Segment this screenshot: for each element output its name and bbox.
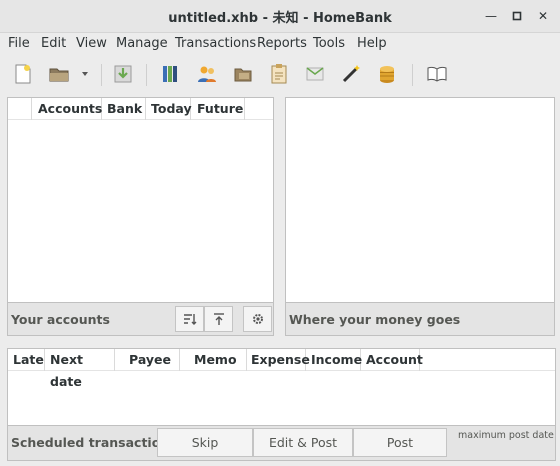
menu-manage[interactable]: Manage bbox=[116, 36, 168, 51]
accounts-icon[interactable] bbox=[158, 61, 184, 87]
scheduled-col-payee[interactable]: Payee bbox=[115, 349, 180, 371]
spending-footer: Where your money goes bbox=[285, 303, 555, 336]
toolbar-separator bbox=[146, 64, 147, 86]
window-title: untitled.xhb - 未知 - HomeBank bbox=[168, 11, 392, 26]
spending-chart-area bbox=[285, 97, 555, 303]
open-folder-icon[interactable] bbox=[46, 61, 72, 87]
accounts-footer: Your accounts bbox=[7, 303, 274, 336]
scheduled-footer: Scheduled transactions Skip Edit & Post … bbox=[7, 426, 556, 461]
scheduled-col-expense[interactable]: Expense bbox=[247, 349, 310, 371]
scheduled-col-late[interactable]: Late bbox=[8, 349, 45, 371]
accounts-header-row: Accounts Bank Today Future bbox=[8, 98, 273, 120]
manual-book-icon[interactable] bbox=[424, 61, 450, 87]
accounts-col-future[interactable]: Future bbox=[191, 98, 245, 120]
scheduled-col-account[interactable]: Account bbox=[361, 349, 423, 371]
menu-edit[interactable]: Edit bbox=[41, 36, 66, 51]
scheduled-col-next-date[interactable]: Next date bbox=[45, 349, 115, 389]
menu-view[interactable]: View bbox=[76, 36, 107, 51]
save-icon[interactable] bbox=[110, 61, 136, 87]
menu-reports[interactable]: Reports bbox=[257, 36, 307, 51]
accounts-col-bank[interactable]: Bank bbox=[102, 98, 146, 120]
close-icon[interactable]: ✕ bbox=[533, 6, 553, 26]
menu-help[interactable]: Help bbox=[357, 36, 387, 51]
menu-bar: File Edit View Manage Transactions Repor… bbox=[0, 33, 560, 55]
currency-coins-icon[interactable] bbox=[374, 61, 400, 87]
assistant-wand-icon[interactable] bbox=[338, 61, 364, 87]
payees-icon[interactable] bbox=[194, 61, 220, 87]
maximize-icon[interactable] bbox=[507, 6, 527, 26]
menu-tools[interactable]: Tools bbox=[313, 36, 345, 51]
accounts-footer-label: Your accounts bbox=[11, 312, 110, 327]
scheduled-col-income[interactable]: Income bbox=[306, 349, 362, 371]
scheduled-list[interactable]: Late Next date Payee Memo Expense Income… bbox=[7, 348, 556, 426]
accounts-col-today[interactable]: Today bbox=[146, 98, 192, 120]
scheduled-footer-label: Scheduled transactions bbox=[11, 435, 177, 450]
max-post-date-label: maximum post date bbox=[458, 430, 554, 441]
menu-file[interactable]: File bbox=[8, 36, 30, 51]
accounts-col-blank[interactable] bbox=[8, 98, 32, 120]
budget-icon[interactable] bbox=[302, 61, 328, 87]
toolbar bbox=[0, 55, 560, 93]
settings-gear-icon[interactable] bbox=[243, 306, 272, 332]
accounts-col-accounts[interactable]: Accounts bbox=[32, 98, 102, 120]
scheduled-header-row: Late Next date Payee Memo Expense Income… bbox=[8, 349, 555, 389]
spending-footer-label: Where your money goes bbox=[289, 312, 461, 327]
menu-transactions[interactable]: Transactions bbox=[175, 36, 256, 51]
move-top-icon[interactable] bbox=[204, 306, 233, 332]
toolbar-separator bbox=[412, 64, 413, 86]
minimize-icon[interactable]: — bbox=[481, 6, 501, 26]
title-bar: untitled.xhb - 未知 - HomeBank — ✕ bbox=[0, 0, 560, 33]
categories-icon[interactable] bbox=[230, 61, 256, 87]
post-button[interactable]: Post bbox=[353, 428, 447, 457]
scheduled-icon[interactable] bbox=[266, 61, 292, 87]
accounts-list[interactable]: Accounts Bank Today Future bbox=[7, 97, 274, 303]
new-file-icon[interactable] bbox=[10, 61, 36, 87]
edit-post-button[interactable]: Edit & Post bbox=[253, 428, 353, 457]
toolbar-separator bbox=[101, 64, 102, 86]
sort-list-icon[interactable] bbox=[175, 306, 204, 332]
scheduled-col-memo[interactable]: Memo bbox=[180, 349, 247, 371]
skip-button[interactable]: Skip bbox=[157, 428, 253, 457]
dropdown-arrow-icon[interactable] bbox=[78, 61, 92, 87]
